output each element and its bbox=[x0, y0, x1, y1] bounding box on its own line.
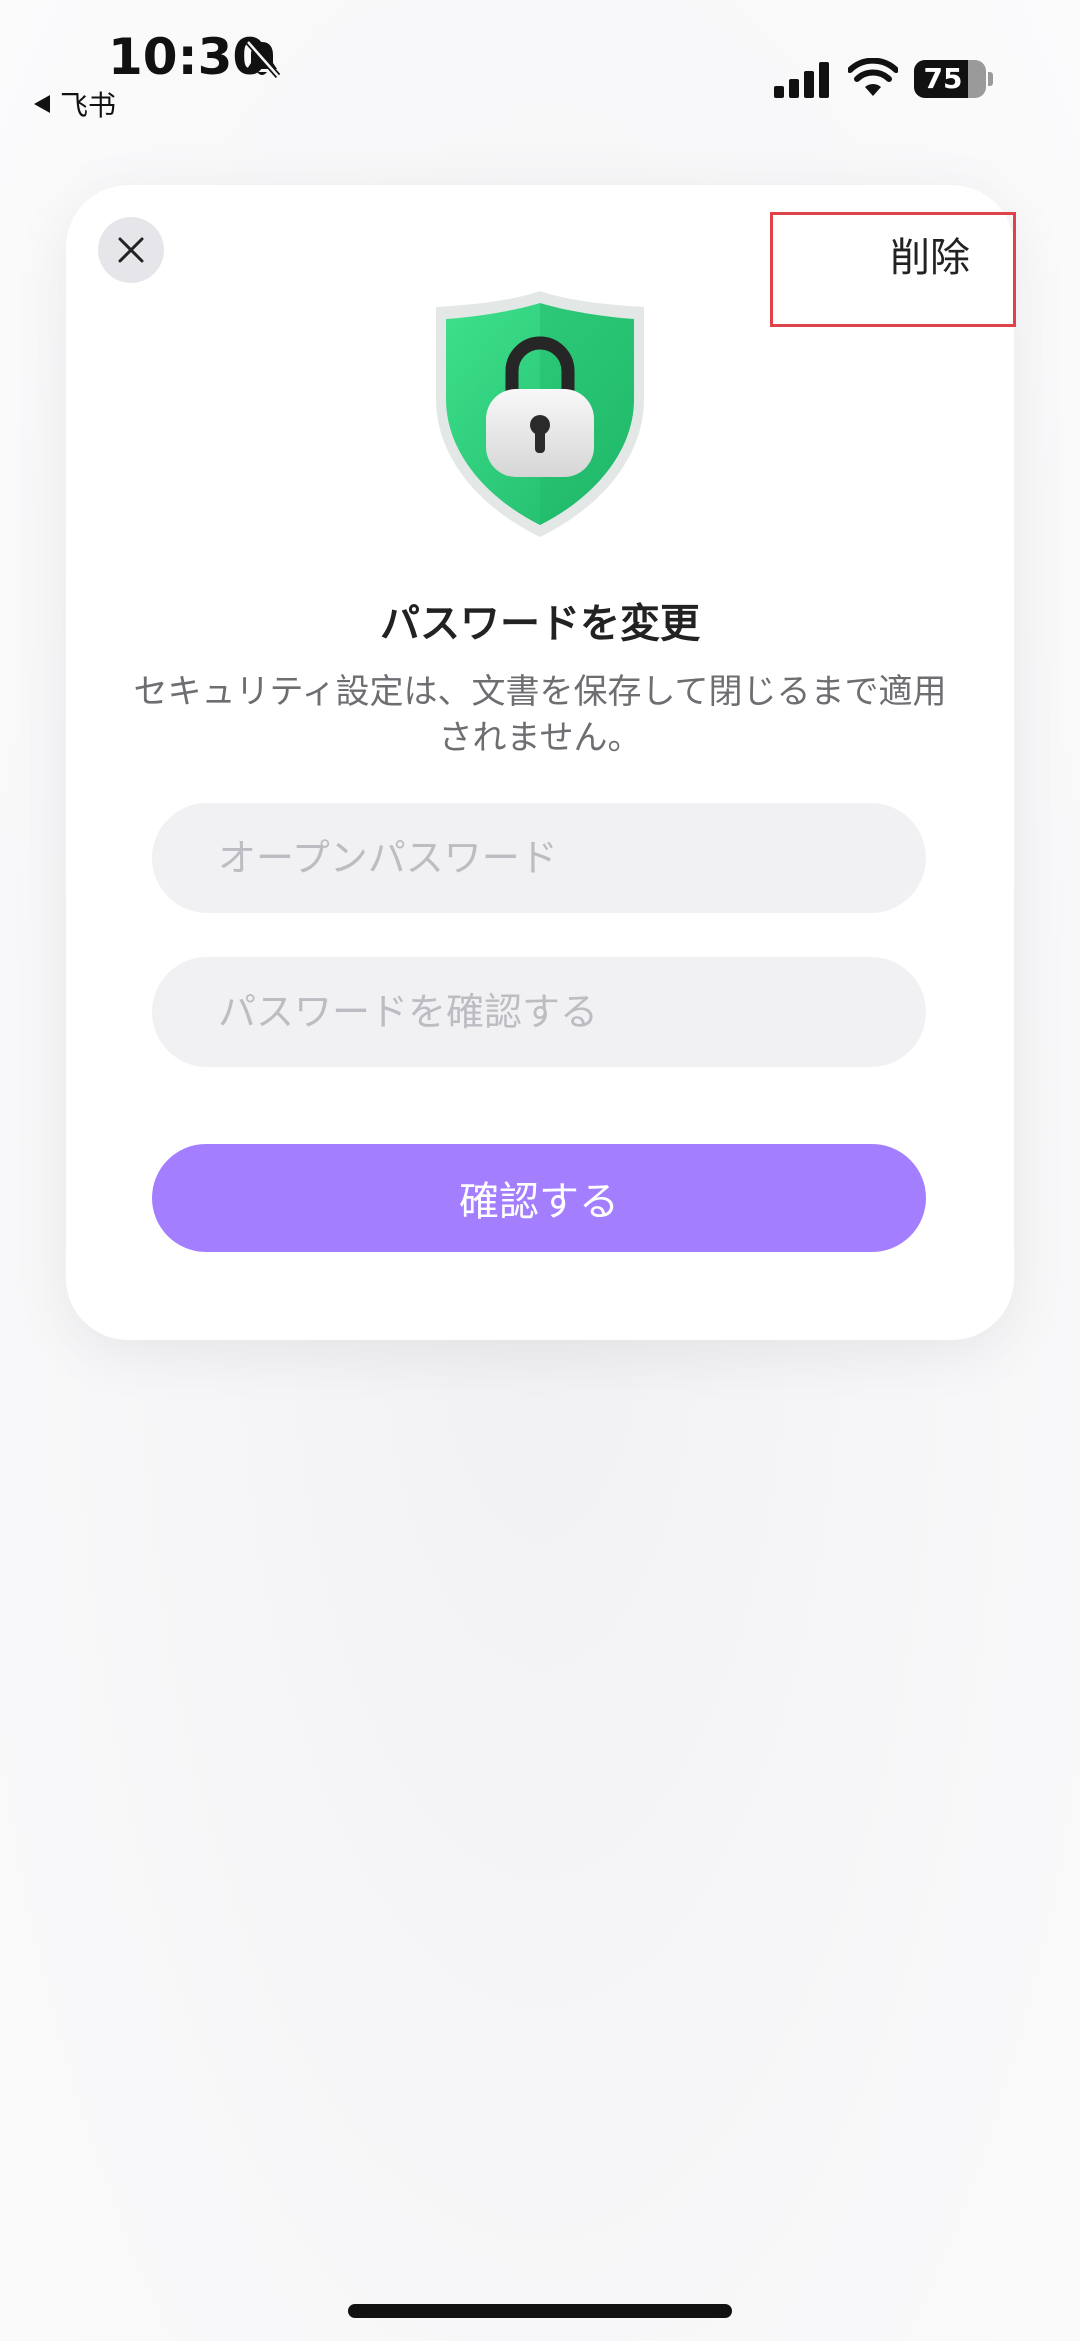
battery-icon: 75 bbox=[914, 60, 986, 98]
back-app-label: 飞书 bbox=[60, 89, 117, 122]
back-to-app-link[interactable]: 飞书 bbox=[32, 84, 116, 124]
confirm-password-input[interactable] bbox=[152, 957, 926, 1067]
change-password-dialog: 削除 パスワードを変更 セキュリティ設定は、文書を保存して閉じるまで適用されませ… bbox=[66, 185, 1014, 1340]
close-icon bbox=[118, 237, 144, 263]
signal-icon bbox=[774, 62, 829, 98]
close-button[interactable] bbox=[98, 217, 164, 283]
bell-muted-icon bbox=[245, 40, 281, 78]
dialog-subtitle: セキュリティ設定は、文書を保存して閉じるまで適用されません。 bbox=[133, 672, 947, 758]
home-indicator[interactable] bbox=[348, 2304, 732, 2318]
battery-level: 75 bbox=[923, 62, 963, 95]
dialog-title: パスワードを変更 bbox=[380, 601, 700, 647]
confirm-button[interactable]: 確認する bbox=[152, 1144, 926, 1252]
shield-lock-icon bbox=[436, 291, 644, 537]
wifi-icon bbox=[848, 58, 898, 96]
open-password-input[interactable] bbox=[152, 803, 926, 913]
battery-cap bbox=[988, 72, 993, 86]
back-arrow-icon bbox=[34, 95, 50, 113]
delete-button[interactable]: 削除 bbox=[890, 225, 970, 283]
